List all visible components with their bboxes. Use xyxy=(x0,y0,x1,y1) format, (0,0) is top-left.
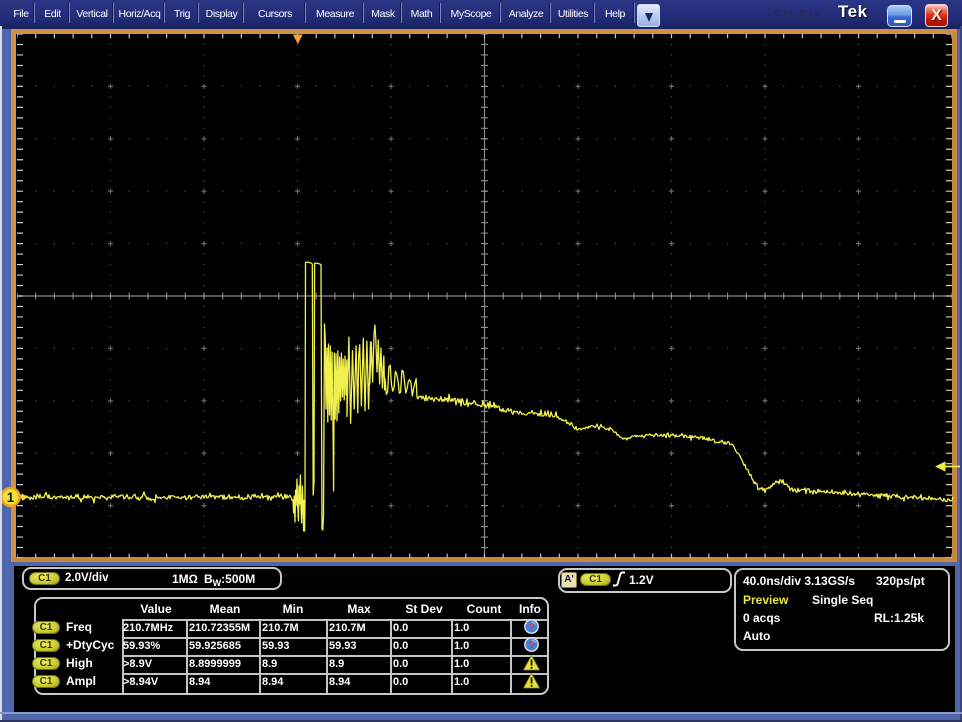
svg-text:?: ? xyxy=(528,621,534,633)
svg-text:?: ? xyxy=(528,639,534,651)
svg-text:1: 1 xyxy=(7,490,15,505)
